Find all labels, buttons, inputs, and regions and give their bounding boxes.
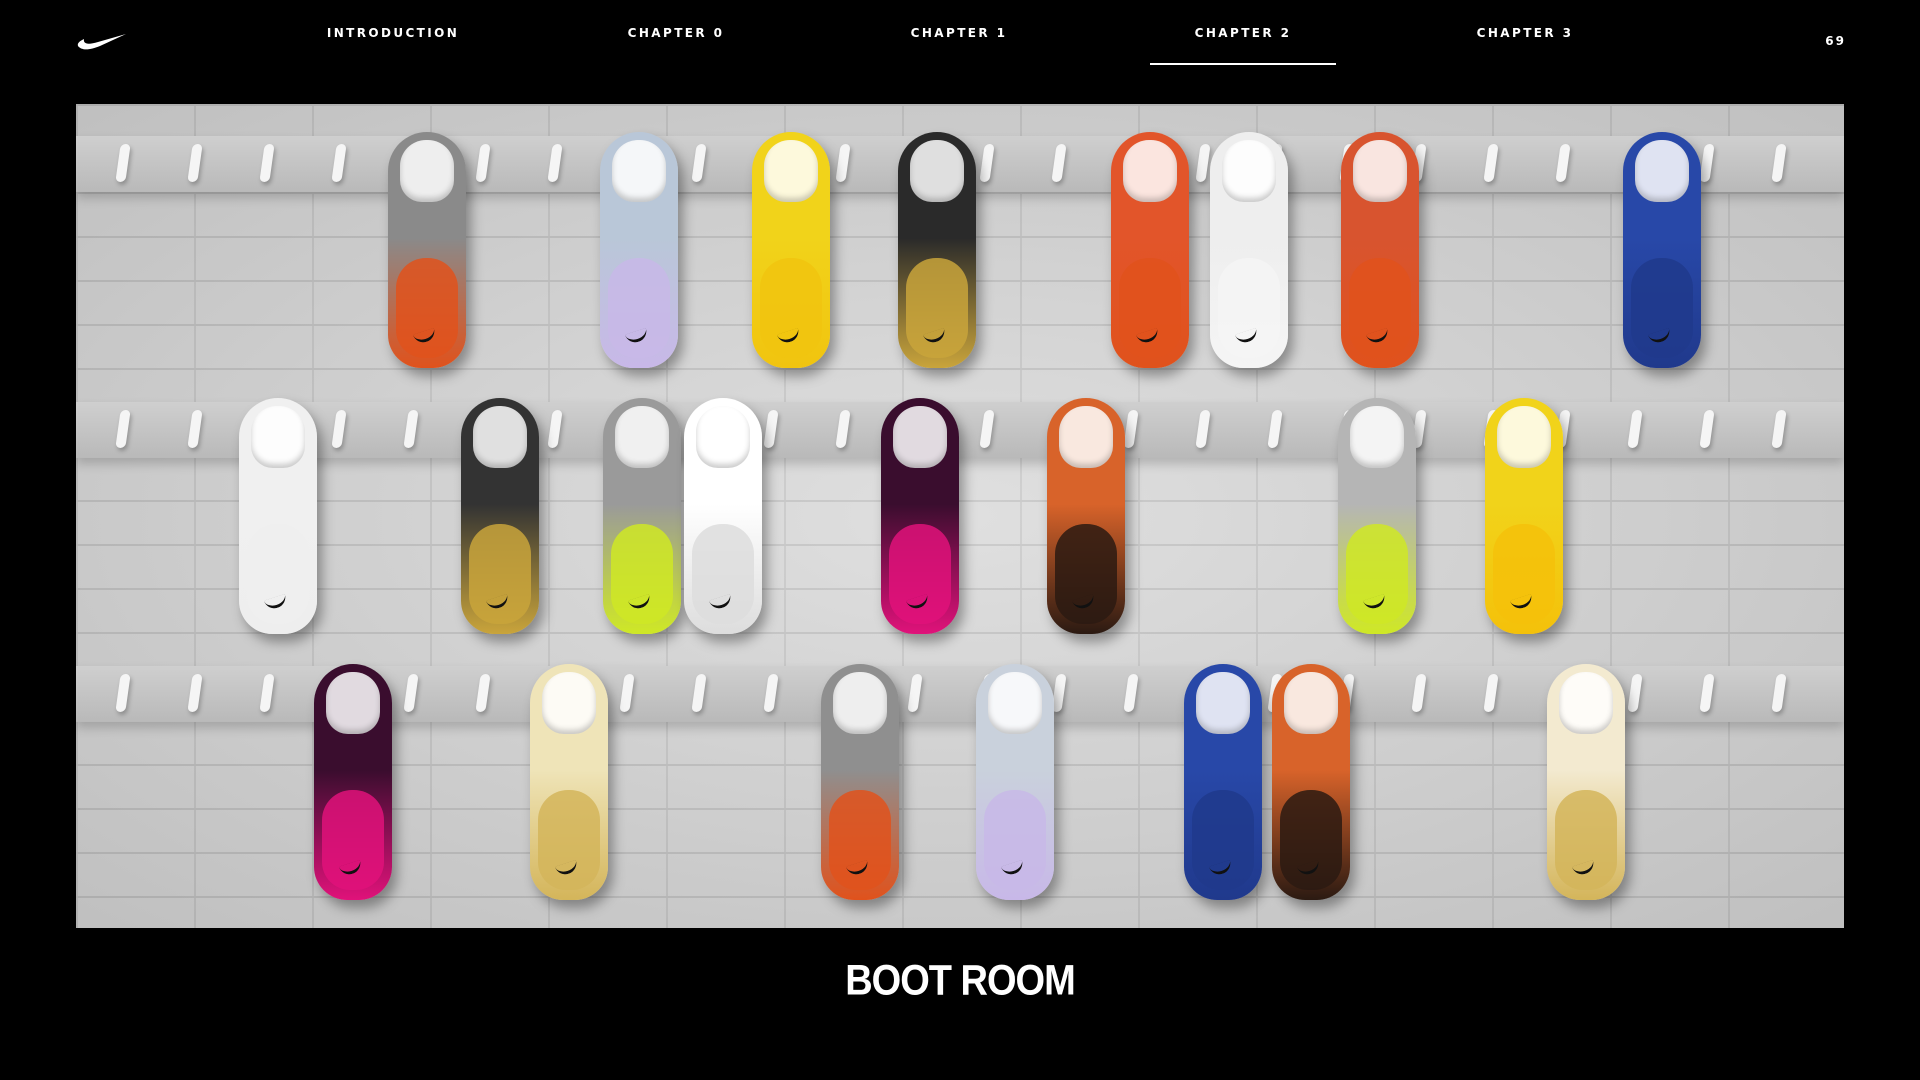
boot-soleplate xyxy=(889,524,951,624)
page-number: 69 xyxy=(1825,34,1846,48)
boot-soleplate xyxy=(1280,790,1342,890)
boot-soleplate xyxy=(984,790,1046,890)
football-boot xyxy=(1485,398,1563,634)
boot-soleplate xyxy=(906,258,968,358)
boot-heel xyxy=(542,672,596,734)
football-boot xyxy=(1272,664,1350,900)
nav-chapter-1[interactable]: CHAPTER 1 xyxy=(866,0,1052,66)
boot-soleplate xyxy=(1119,258,1181,358)
boot-heel xyxy=(833,672,887,734)
boot-heel xyxy=(1222,140,1276,202)
boot-soleplate xyxy=(247,524,309,624)
boot-heel xyxy=(1284,672,1338,734)
football-boot xyxy=(821,664,899,900)
football-boot xyxy=(976,664,1054,900)
football-boot xyxy=(898,132,976,368)
boot-heel xyxy=(988,672,1042,734)
football-boot xyxy=(603,398,681,634)
boot-soleplate xyxy=(1192,790,1254,890)
boot-soleplate xyxy=(611,524,673,624)
boot-soleplate xyxy=(396,258,458,358)
boot-heel xyxy=(1353,140,1407,202)
football-boot xyxy=(752,132,830,368)
boot-soleplate xyxy=(1218,258,1280,358)
football-boot xyxy=(1047,398,1125,634)
boot-soleplate xyxy=(1349,258,1411,358)
boot-soleplate xyxy=(692,524,754,624)
boot-soleplate xyxy=(538,790,600,890)
top-navigation: INTRODUCTION CHAPTER 0 CHAPTER 1 CHAPTER… xyxy=(0,0,1920,80)
football-boot xyxy=(1210,132,1288,368)
boot-soleplate xyxy=(829,790,891,890)
football-boot xyxy=(1547,664,1625,900)
football-boot xyxy=(1338,398,1416,634)
nav-introduction[interactable]: INTRODUCTION xyxy=(300,0,486,66)
boot-heel xyxy=(615,406,669,468)
boot-heel xyxy=(1497,406,1551,468)
football-boot xyxy=(684,398,762,634)
football-boot xyxy=(530,664,608,900)
boot-heel xyxy=(1559,672,1613,734)
boot-heel xyxy=(1635,140,1689,202)
boot-room-image xyxy=(76,104,1844,928)
boot-soleplate xyxy=(760,258,822,358)
boot-heel xyxy=(1350,406,1404,468)
football-boot xyxy=(1111,132,1189,368)
football-boot xyxy=(388,132,466,368)
boot-heel xyxy=(1196,672,1250,734)
football-boot xyxy=(600,132,678,368)
boot-heel xyxy=(400,140,454,202)
football-boot xyxy=(1184,664,1262,900)
boot-heel xyxy=(696,406,750,468)
boot-soleplate xyxy=(322,790,384,890)
boot-soleplate xyxy=(1346,524,1408,624)
boot-heel xyxy=(612,140,666,202)
football-boot xyxy=(239,398,317,634)
boot-heel xyxy=(910,140,964,202)
nike-logo-icon[interactable] xyxy=(76,30,128,52)
boot-soleplate xyxy=(1055,524,1117,624)
boot-soleplate xyxy=(1631,258,1693,358)
boot-heel xyxy=(1059,406,1113,468)
boot-heel xyxy=(1123,140,1177,202)
nav-chapter-2[interactable]: CHAPTER 2 xyxy=(1150,0,1336,66)
boot-heel xyxy=(764,140,818,202)
boot-heel xyxy=(251,406,305,468)
football-boot xyxy=(1623,132,1701,368)
nav-chapter-0[interactable]: CHAPTER 0 xyxy=(583,0,769,66)
nav-chapter-3[interactable]: CHAPTER 3 xyxy=(1432,0,1618,66)
boot-soleplate xyxy=(608,258,670,358)
boot-soleplate xyxy=(1493,524,1555,624)
football-boot xyxy=(461,398,539,634)
boot-heel xyxy=(473,406,527,468)
boot-soleplate xyxy=(469,524,531,624)
football-boot xyxy=(881,398,959,634)
football-boot xyxy=(1341,132,1419,368)
boot-soleplate xyxy=(1555,790,1617,890)
football-boot xyxy=(314,664,392,900)
section-title: BOOT ROOM xyxy=(845,957,1076,1005)
boot-heel xyxy=(893,406,947,468)
boot-heel xyxy=(326,672,380,734)
